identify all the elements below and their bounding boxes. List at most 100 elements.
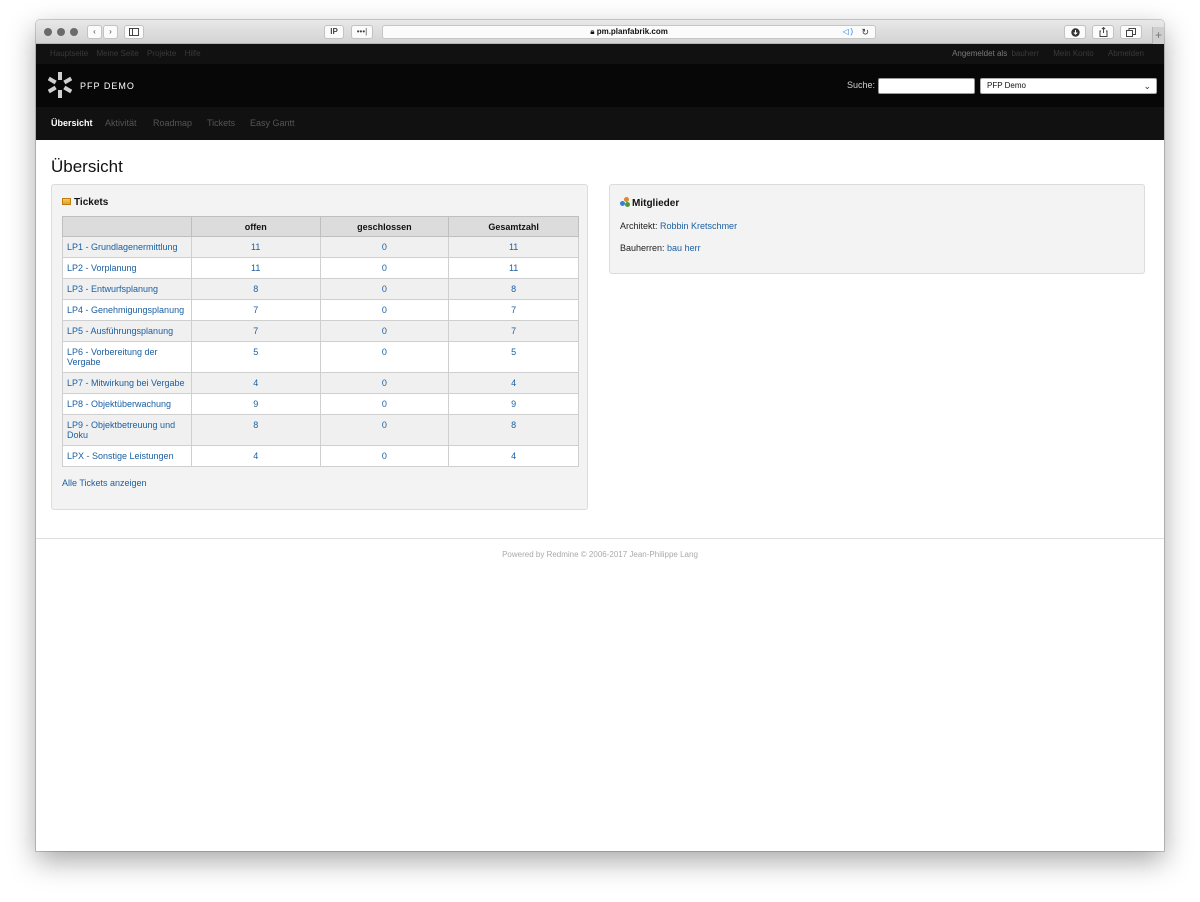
tracker-link[interactable]: LP5 - Ausführungsplanung: [62, 320, 192, 342]
table-row: LP6 - Vorbereitung der Vergabe 5 0 5: [62, 341, 579, 373]
total-count-link[interactable]: 9: [448, 393, 579, 415]
open-count-link[interactable]: 4: [190, 372, 321, 394]
tracker-link[interactable]: LP4 - Genehmigungsplanung: [62, 299, 192, 321]
total-count-link[interactable]: 7: [448, 299, 579, 321]
top-menu-home[interactable]: Hauptseite: [50, 49, 88, 58]
address-url: pm.planfabrik.com: [596, 27, 668, 36]
column-header: offen: [190, 216, 321, 237]
browser-window: ‹ › IP •••| 🔒︎ pm.planfabrik.com ◁ ) ↻ +…: [36, 20, 1164, 851]
all-tickets-link[interactable]: Alle Tickets anzeigen: [62, 478, 147, 488]
total-count-link[interactable]: 11: [448, 236, 579, 258]
closed-count-link[interactable]: 0: [319, 320, 450, 342]
group-icon: [620, 197, 630, 207]
search-input[interactable]: [878, 78, 975, 94]
tab-tickets[interactable]: Tickets: [207, 118, 235, 128]
top-menu-help[interactable]: Hilfe: [185, 49, 201, 58]
search-label: Suche:: [847, 80, 876, 90]
total-count-link[interactable]: 5: [448, 341, 579, 373]
table-row: LP1 - Grundlagenermittlung 11 0 11: [62, 236, 579, 258]
closed-count-link[interactable]: 0: [319, 299, 450, 321]
reload-icon[interactable]: ↻: [861, 26, 869, 38]
closed-count-link[interactable]: 0: [319, 393, 450, 415]
tickets-box: Tickets offen geschlossen Gesamtzahl LP1…: [51, 184, 588, 510]
tracker-link[interactable]: LP9 - Objektbetreuung und Doku: [62, 414, 192, 446]
open-count-link[interactable]: 11: [190, 257, 321, 279]
downloads-button[interactable]: [1064, 25, 1086, 39]
table-row: LP4 - Genehmigungsplanung 7 0 7: [62, 299, 579, 321]
top-menu: Hauptseite Meine Seite Projekte Hilfe An…: [36, 44, 1164, 64]
table-row: LP7 - Mitwirkung bei Vergabe 4 0 4: [62, 372, 579, 394]
total-count-link[interactable]: 4: [448, 445, 579, 467]
top-menu-my-page[interactable]: Meine Seite: [96, 49, 138, 58]
logo-icon: [48, 72, 72, 98]
forward-button[interactable]: ›: [103, 25, 118, 39]
minimize-window-button[interactable]: [57, 28, 65, 36]
open-count-link[interactable]: 8: [190, 278, 321, 300]
share-button[interactable]: [1092, 25, 1114, 39]
open-count-link[interactable]: 9: [190, 393, 321, 415]
closed-count-link[interactable]: 0: [319, 445, 450, 467]
zoom-window-button[interactable]: [70, 28, 78, 36]
brand-name: PFP DEMO: [80, 81, 135, 91]
tab-overview[interactable]: Übersicht: [51, 118, 93, 128]
closed-count-link[interactable]: 0: [319, 341, 450, 373]
my-account-link[interactable]: Mein Konto: [1053, 49, 1093, 58]
close-window-button[interactable]: [44, 28, 52, 36]
top-menu-projects[interactable]: Projekte: [147, 49, 176, 58]
total-count-link[interactable]: 11: [448, 257, 579, 279]
sidebar-toggle-button[interactable]: [124, 25, 144, 39]
sidebar-icon: [129, 28, 139, 36]
owner-link[interactable]: bau herr: [667, 243, 701, 253]
address-bar[interactable]: 🔒︎ pm.planfabrik.com ◁ ) ↻: [382, 25, 876, 39]
project-jump-select[interactable]: PFP Demo ⌄: [980, 78, 1157, 94]
architect-link[interactable]: Robbin Kretschmer: [660, 221, 737, 231]
tab-activity[interactable]: Aktivität: [105, 118, 137, 128]
footer-divider: [36, 538, 1164, 539]
ticket-icon: [62, 198, 71, 205]
table-row: LPX - Sonstige Leistungen 4 0 4: [62, 445, 579, 467]
back-button[interactable]: ‹: [87, 25, 102, 39]
tracker-link[interactable]: LP2 - Vorplanung: [62, 257, 192, 279]
header: PFP DEMO Suche: PFP Demo ⌄: [36, 64, 1164, 107]
new-tab-button[interactable]: +: [1152, 27, 1164, 44]
page-title: Übersicht: [51, 157, 123, 176]
logout-link[interactable]: Abmelden: [1108, 49, 1144, 58]
table-row: LP8 - Objektüberwachung 9 0 9: [62, 393, 579, 415]
open-count-link[interactable]: 4: [190, 445, 321, 467]
tracker-link[interactable]: LP6 - Vorbereitung der Vergabe: [62, 341, 192, 373]
closed-count-link[interactable]: 0: [319, 236, 450, 258]
open-count-link[interactable]: 5: [190, 341, 321, 373]
tracker-link[interactable]: LP3 - Entwurfsplanung: [62, 278, 192, 300]
tracker-link[interactable]: LP8 - Objektüberwachung: [62, 393, 192, 415]
tracker-link[interactable]: LP7 - Mitwirkung bei Vergabe: [62, 372, 192, 394]
open-count-link[interactable]: 7: [190, 299, 321, 321]
open-count-link[interactable]: 7: [190, 320, 321, 342]
members-box-title: Mitglieder: [620, 197, 679, 209]
total-count-link[interactable]: 8: [448, 278, 579, 300]
open-count-link[interactable]: 8: [190, 414, 321, 446]
closed-count-link[interactable]: 0: [319, 278, 450, 300]
tickets-table: offen geschlossen Gesamtzahl LP1 - Grund…: [62, 216, 579, 467]
closed-count-link[interactable]: 0: [319, 414, 450, 446]
tab-easy-gantt[interactable]: Easy Gantt: [250, 118, 295, 128]
tab-roadmap[interactable]: Roadmap: [153, 118, 192, 128]
total-count-link[interactable]: 4: [448, 372, 579, 394]
owner-label: Bauherren:: [620, 243, 665, 253]
speaker-icon[interactable]: ◁ ): [843, 26, 853, 38]
ip-extension-button[interactable]: IP: [324, 25, 344, 39]
chevron-down-icon: ⌄: [1143, 81, 1151, 91]
closed-count-link[interactable]: 0: [319, 257, 450, 279]
tabs-icon: [1126, 28, 1136, 37]
members-title-text: Mitglieder: [632, 198, 680, 209]
members-box: Mitglieder Architekt: Robbin Kretschmer …: [609, 184, 1145, 274]
total-count-link[interactable]: 8: [448, 414, 579, 446]
open-count-link[interactable]: 11: [190, 236, 321, 258]
tracker-link[interactable]: LP1 - Grundlagenermittlung: [62, 236, 192, 258]
extension-menu-button[interactable]: •••|: [351, 25, 373, 39]
closed-count-link[interactable]: 0: [319, 372, 450, 394]
tracker-link[interactable]: LPX - Sonstige Leistungen: [62, 445, 192, 467]
tickets-box-title: Tickets: [62, 197, 108, 208]
tabs-overview-button[interactable]: [1120, 25, 1142, 39]
total-count-link[interactable]: 7: [448, 320, 579, 342]
logged-in-user-link[interactable]: bauherr: [1011, 49, 1039, 58]
